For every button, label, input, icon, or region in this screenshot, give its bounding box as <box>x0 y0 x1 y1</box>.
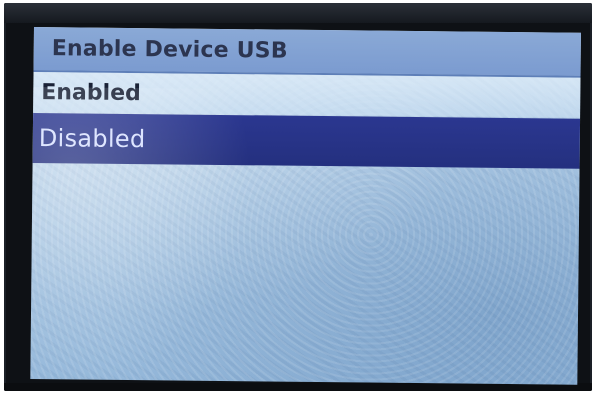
menu-title: Enable Device USB <box>51 36 288 64</box>
bezel-bottom-edge <box>4 383 592 391</box>
option-enabled[interactable]: Enabled <box>33 71 581 118</box>
photo-frame: Enable Device USB Enabled Disabled <box>0 0 595 394</box>
option-disabled-label: Disabled <box>38 124 146 154</box>
device-bezel: Enable Device USB Enabled Disabled <box>4 3 592 391</box>
lcd-screen: Enable Device USB Enabled Disabled <box>30 27 581 385</box>
bezel-top-edge <box>4 3 592 23</box>
option-disabled-selected[interactable]: Disabled <box>32 112 581 169</box>
option-enabled-label: Enabled <box>41 79 141 106</box>
menu-title-bar: Enable Device USB <box>33 27 581 78</box>
